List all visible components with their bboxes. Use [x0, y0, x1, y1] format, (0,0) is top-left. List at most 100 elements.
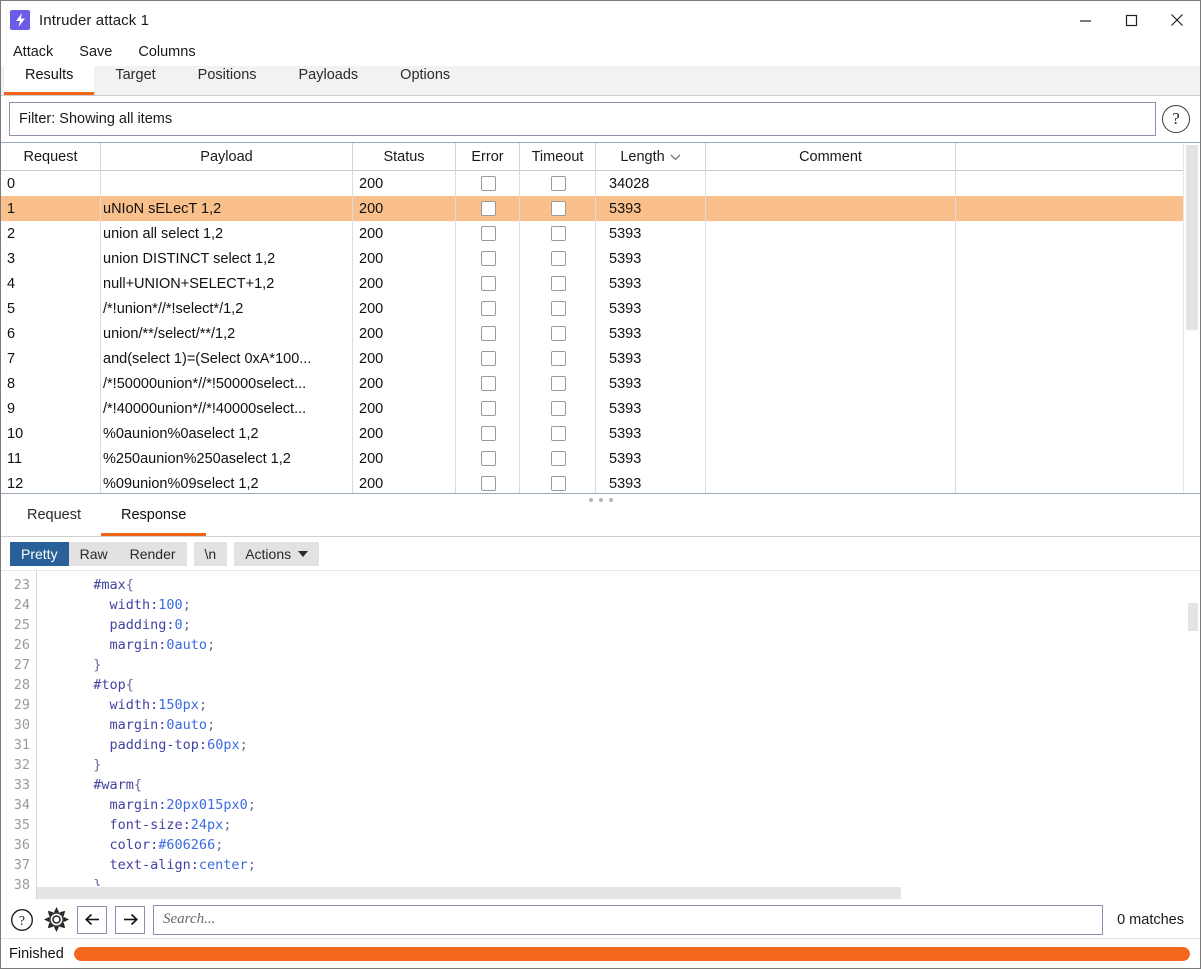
newline-toggle-button[interactable]: \n: [193, 541, 228, 566]
cell-error[interactable]: [456, 196, 520, 221]
cell-error[interactable]: [456, 221, 520, 246]
tab-options[interactable]: Options: [379, 62, 471, 95]
cell-error[interactable]: [456, 321, 520, 346]
cell-timeout[interactable]: [520, 196, 596, 221]
checkbox-icon[interactable]: [480, 301, 496, 316]
checkbox-icon[interactable]: [480, 401, 496, 416]
cell-timeout[interactable]: [520, 271, 596, 296]
question-mark-icon[interactable]: ?: [9, 907, 35, 933]
checkbox-icon[interactable]: [550, 376, 566, 391]
checkbox-icon[interactable]: [550, 276, 566, 291]
column-header-status[interactable]: Status: [353, 143, 456, 171]
table-row[interactable]: 8 /*!50000union*//*!50000select... 200 5393: [1, 371, 1183, 396]
checkbox-icon[interactable]: [550, 326, 566, 341]
checkbox-icon[interactable]: [550, 176, 566, 191]
column-header-timeout[interactable]: Timeout: [520, 143, 596, 171]
editor-horizontal-scrollbar[interactable]: [37, 886, 1200, 900]
table-row[interactable]: 6 union/**/select/**/1,2 200 5393: [1, 321, 1183, 346]
minimize-button[interactable]: [1062, 1, 1108, 39]
cell-error[interactable]: [456, 421, 520, 446]
search-previous-button[interactable]: [77, 905, 107, 934]
editor-vertical-scrollbar[interactable]: [1186, 571, 1200, 886]
checkbox-icon[interactable]: [480, 451, 496, 466]
checkbox-icon[interactable]: [480, 476, 496, 491]
results-vertical-scrollbar[interactable]: [1183, 143, 1200, 493]
tab-request[interactable]: Request: [7, 502, 101, 536]
cell-error[interactable]: [456, 346, 520, 371]
table-row[interactable]: 10 %0aunion%0aselect 1,2 200 5393: [1, 421, 1183, 446]
view-mode-raw[interactable]: Raw: [69, 542, 119, 566]
checkbox-icon[interactable]: [480, 326, 496, 341]
cell-error[interactable]: [456, 296, 520, 321]
filter-bar[interactable]: Filter: Showing all items: [9, 102, 1156, 136]
table-row[interactable]: 1 uNIoN sELecT 1,2 200 5393: [1, 196, 1183, 221]
results-scrollbar-thumb[interactable]: [1186, 145, 1198, 330]
view-mode-render[interactable]: Render: [119, 542, 187, 566]
column-header-comment[interactable]: Comment: [706, 143, 956, 171]
cell-timeout[interactable]: [520, 421, 596, 446]
search-input[interactable]: Search...: [153, 904, 1104, 935]
cell-error[interactable]: [456, 246, 520, 271]
checkbox-icon[interactable]: [550, 301, 566, 316]
cell-timeout[interactable]: [520, 296, 596, 321]
cell-timeout[interactable]: [520, 346, 596, 371]
filter-help-icon[interactable]: ?: [1162, 105, 1190, 133]
column-header-error[interactable]: Error: [456, 143, 520, 171]
checkbox-icon[interactable]: [480, 376, 496, 391]
checkbox-icon[interactable]: [550, 251, 566, 266]
checkbox-icon[interactable]: [480, 176, 496, 191]
checkbox-icon[interactable]: [550, 476, 566, 491]
response-code-editor[interactable]: 23 24 25 26 27 28 29 30 31 32 33 34 35 36 37 38 #max{ w…: [1, 570, 1200, 900]
table-row[interactable]: 2 union all select 1,2 200 5393: [1, 221, 1183, 246]
cell-timeout[interactable]: [520, 396, 596, 421]
table-row[interactable]: 9 /*!40000union*//*!40000select... 200 5393: [1, 396, 1183, 421]
checkbox-icon[interactable]: [480, 276, 496, 291]
checkbox-icon[interactable]: [550, 201, 566, 216]
table-row[interactable]: 4 null+UNION+SELECT+1,2 200 5393: [1, 271, 1183, 296]
checkbox-icon[interactable]: [550, 351, 566, 366]
column-header-payload[interactable]: Payload: [101, 143, 353, 171]
view-mode-pretty[interactable]: Pretty: [10, 541, 69, 566]
tab-positions[interactable]: Positions: [177, 62, 278, 95]
cell-timeout[interactable]: [520, 221, 596, 246]
tab-results[interactable]: Results: [4, 62, 95, 95]
gear-icon[interactable]: [43, 907, 69, 933]
table-row[interactable]: 3 union DISTINCT select 1,2 200 5393: [1, 246, 1183, 271]
code-content[interactable]: #max{ width:100; padding:0; margin:0auto…: [37, 571, 1200, 900]
search-next-button[interactable]: [115, 905, 145, 934]
checkbox-icon[interactable]: [480, 351, 496, 366]
checkbox-icon[interactable]: [550, 426, 566, 441]
checkbox-icon[interactable]: [480, 201, 496, 216]
cell-timeout[interactable]: [520, 371, 596, 396]
table-row[interactable]: 7 and(select 1)=(Select 0xA*100... 200 5393: [1, 346, 1183, 371]
close-button[interactable]: [1154, 1, 1200, 39]
cell-timeout[interactable]: [520, 446, 596, 471]
checkbox-icon[interactable]: [480, 426, 496, 441]
cell-error[interactable]: [456, 371, 520, 396]
cell-timeout[interactable]: [520, 246, 596, 271]
cell-error[interactable]: [456, 396, 520, 421]
cell-timeout[interactable]: [520, 171, 596, 196]
table-row[interactable]: 5 /*!union*//*!select*/1,2 200 5393: [1, 296, 1183, 321]
cell-timeout[interactable]: [520, 471, 596, 493]
cell-error[interactable]: [456, 171, 520, 196]
editor-scrollbar-thumb[interactable]: [1188, 603, 1198, 631]
cell-timeout[interactable]: [520, 321, 596, 346]
checkbox-icon[interactable]: [480, 251, 496, 266]
tab-target[interactable]: Target: [94, 62, 176, 95]
column-header-request[interactable]: Request: [1, 143, 101, 171]
editor-hscrollbar-thumb[interactable]: [37, 887, 901, 899]
tab-response[interactable]: Response: [101, 502, 207, 536]
cell-error[interactable]: [456, 446, 520, 471]
cell-error[interactable]: [456, 271, 520, 296]
cell-error[interactable]: [456, 471, 520, 493]
table-row[interactable]: 12 %09union%09select 1,2 200 5393: [1, 471, 1183, 493]
actions-button[interactable]: Actions: [234, 541, 320, 566]
tab-payloads[interactable]: Payloads: [278, 62, 380, 95]
table-row[interactable]: 0 200 34028: [1, 171, 1183, 196]
checkbox-icon[interactable]: [550, 451, 566, 466]
checkbox-icon[interactable]: [550, 226, 566, 241]
column-header-length[interactable]: Length: [596, 143, 706, 171]
checkbox-icon[interactable]: [550, 401, 566, 416]
checkbox-icon[interactable]: [480, 226, 496, 241]
